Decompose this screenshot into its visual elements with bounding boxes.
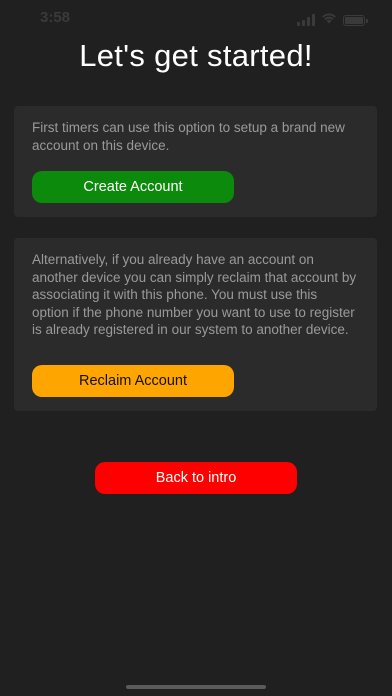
create-account-description: First timers can use this option to setu…	[32, 120, 345, 153]
status-bar: 3:58	[0, 0, 392, 34]
reclaim-account-card: Alternatively, if you already have an ac…	[14, 238, 377, 411]
back-to-intro-button[interactable]: Back to intro	[95, 462, 297, 494]
wifi-icon	[321, 11, 337, 29]
signal-icon	[297, 14, 315, 26]
status-icons	[297, 11, 368, 29]
reclaim-account-description: Alternatively, if you already have an ac…	[32, 252, 357, 337]
create-account-card: First timers can use this option to setu…	[14, 106, 377, 217]
page-title: Let's get started!	[79, 38, 313, 73]
battery-icon	[343, 14, 368, 26]
home-indicator[interactable]	[126, 685, 266, 689]
status-time: 3:58	[40, 9, 71, 26]
create-account-button[interactable]: Create Account	[32, 171, 234, 203]
reclaim-account-button[interactable]: Reclaim Account	[32, 365, 234, 397]
